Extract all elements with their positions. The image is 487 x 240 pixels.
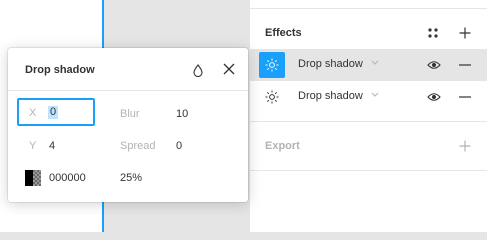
- remove-effect-button[interactable]: [455, 55, 475, 75]
- color-hex-field[interactable]: 000000: [49, 172, 86, 184]
- plus-icon: [459, 27, 471, 39]
- properties-panel: Effects Drop shadow Drop shadow Export: [249, 0, 487, 232]
- x-value[interactable]: 0: [48, 106, 59, 119]
- add-export-button[interactable]: [455, 136, 475, 156]
- sun-icon[interactable]: [259, 52, 285, 78]
- eye-icon[interactable]: [424, 55, 444, 75]
- minus-icon: [459, 96, 471, 98]
- export-section-title[interactable]: Export: [265, 140, 300, 152]
- popover-title: Drop shadow: [25, 64, 95, 76]
- minus-icon: [459, 64, 471, 66]
- effects-section-title: Effects: [265, 27, 302, 39]
- effect-item-drop-shadow-1[interactable]: Drop shadow: [250, 49, 487, 81]
- effect-type-label[interactable]: Drop shadow: [298, 90, 363, 102]
- panel-divider: [250, 170, 487, 171]
- add-effect-button[interactable]: [455, 23, 475, 43]
- y-offset-field[interactable]: 4: [49, 140, 55, 152]
- blur-field[interactable]: 10: [176, 108, 188, 120]
- drop-icon[interactable]: [188, 60, 208, 80]
- chevron-down-icon[interactable]: [371, 58, 379, 66]
- panel-divider: [250, 8, 487, 9]
- y-label: Y: [29, 140, 37, 152]
- blur-label: Blur: [120, 108, 140, 120]
- sun-icon[interactable]: [259, 84, 285, 110]
- close-icon[interactable]: [219, 59, 239, 79]
- effect-type-label[interactable]: Drop shadow: [298, 58, 363, 70]
- x-label: X: [29, 107, 37, 119]
- styles-grid-icon[interactable]: [423, 23, 443, 43]
- x-offset-field[interactable]: X 0: [17, 98, 95, 126]
- effect-item-drop-shadow-2[interactable]: Drop shadow: [250, 81, 487, 113]
- spread-field[interactable]: 0: [176, 140, 182, 152]
- opacity-field[interactable]: 25%: [120, 172, 142, 184]
- plus-icon: [459, 140, 471, 152]
- spread-label: Spread: [120, 140, 156, 152]
- popover-divider: [8, 90, 248, 91]
- chevron-down-icon[interactable]: [371, 90, 379, 98]
- panel-divider: [250, 121, 487, 122]
- color-swatch[interactable]: [25, 170, 41, 186]
- eye-icon[interactable]: [424, 87, 444, 107]
- drop-shadow-popover: Drop shadow X 0 Blur 10 Y 4 Spread 0 000…: [8, 48, 248, 202]
- remove-effect-button[interactable]: [455, 87, 475, 107]
